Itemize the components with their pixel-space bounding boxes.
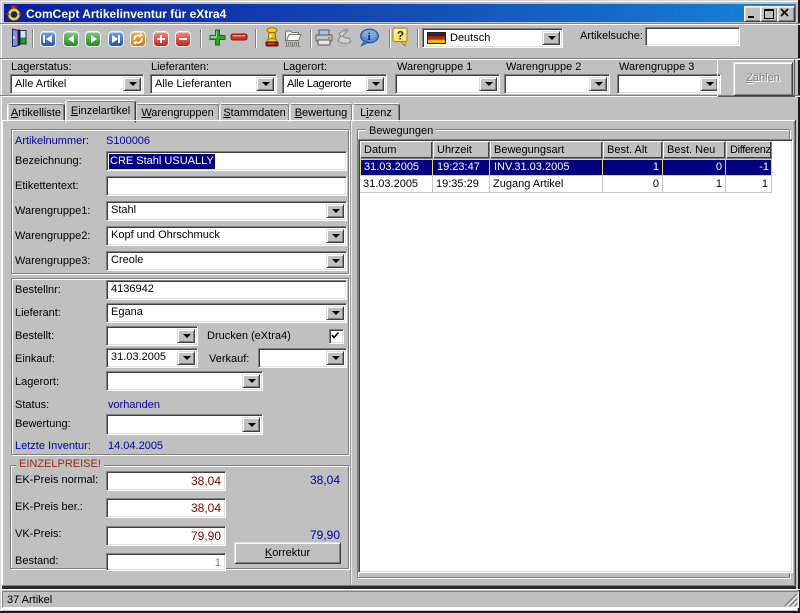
svg-text:10101: 10101 (285, 42, 301, 48)
svg-text:i: i (368, 31, 371, 43)
svg-text:?: ? (397, 29, 404, 43)
